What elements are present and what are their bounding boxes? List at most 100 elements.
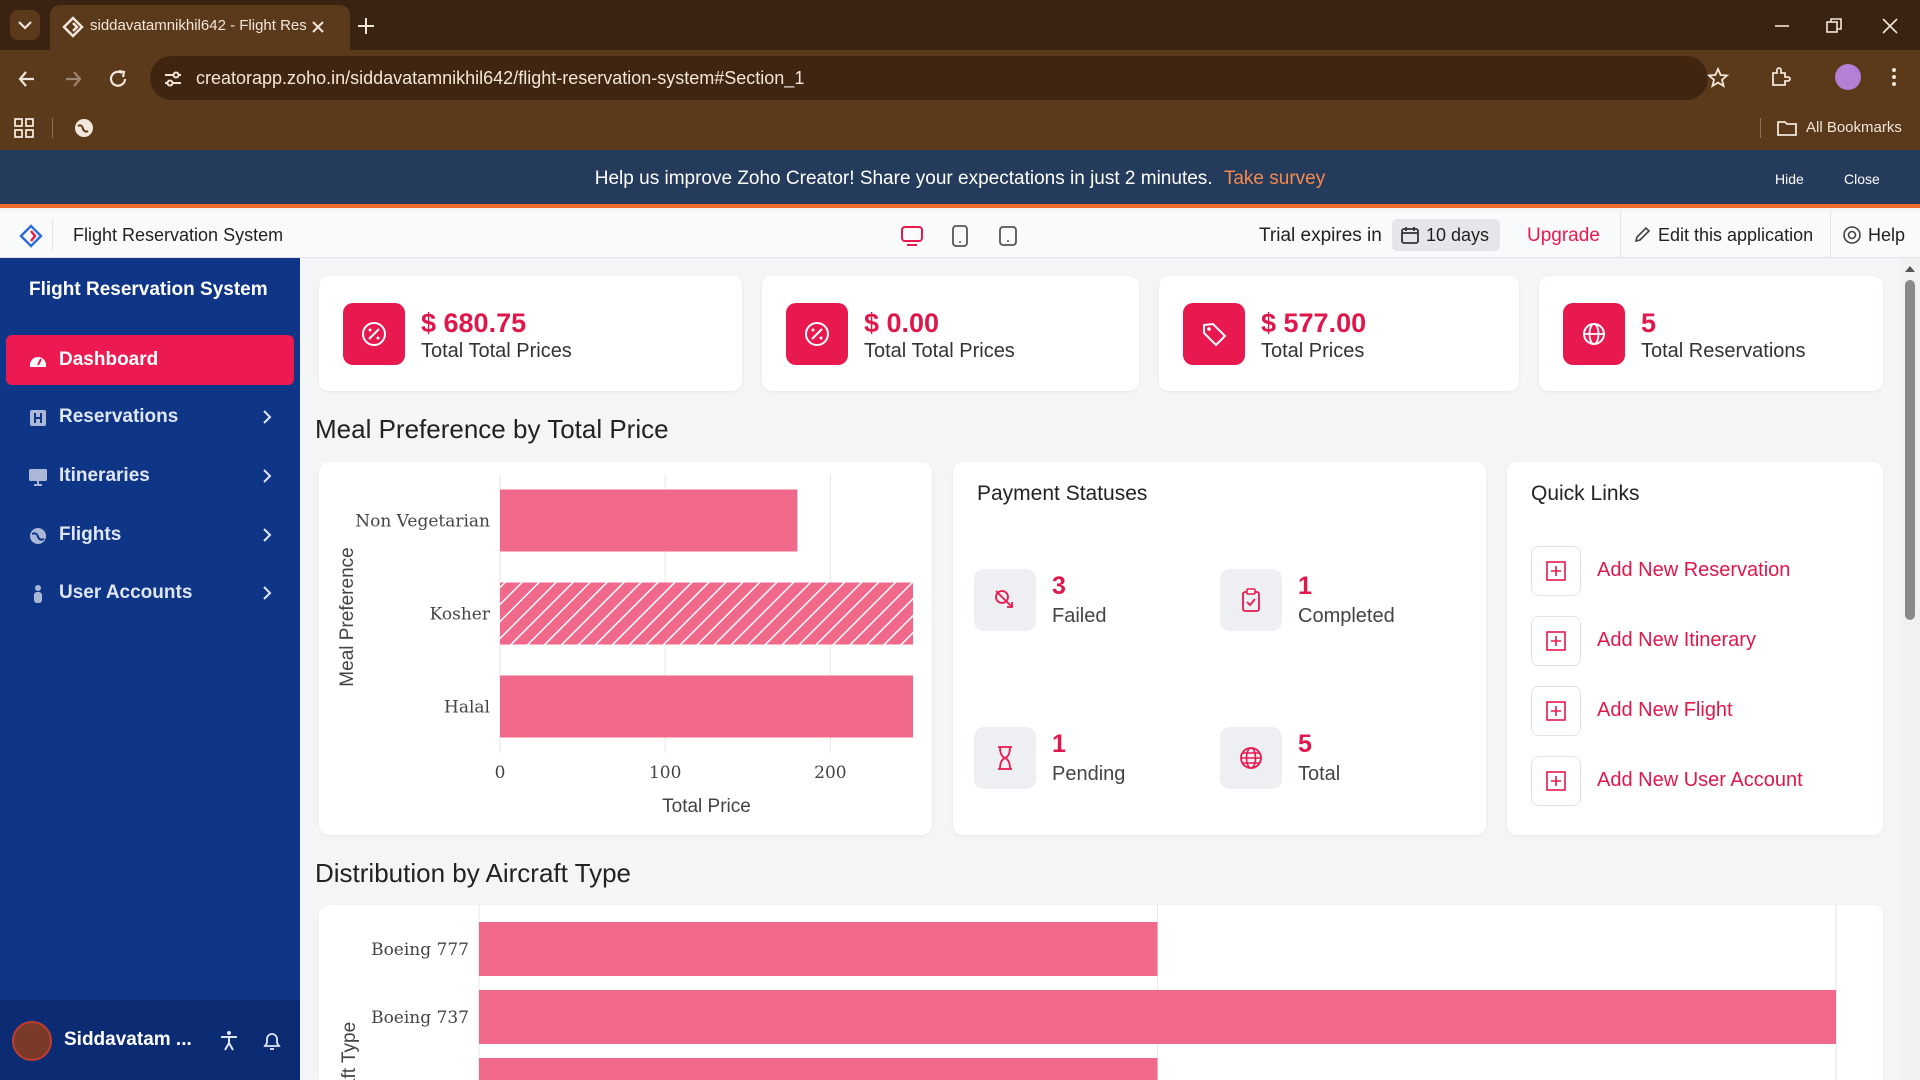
sidebar-item-label: User Accounts [59, 582, 193, 603]
tablet-view-icon[interactable] [946, 222, 974, 250]
monitor-icon [29, 469, 47, 486]
chevron-right-icon [263, 469, 272, 483]
address-bar[interactable]: creatorapp.zoho.in/siddavatamnikhil642/f… [150, 56, 1730, 100]
status-icon-box [974, 569, 1036, 631]
accessibility-icon[interactable] [217, 1029, 241, 1053]
notification-bell-icon[interactable] [260, 1029, 284, 1053]
sidebar-item-reservations[interactable]: Reservations [6, 392, 294, 442]
chevron-right-icon [263, 528, 272, 542]
zoho-creator-logo-icon[interactable] [18, 224, 44, 248]
kpi-label: Total Total Prices [421, 340, 572, 362]
chevron-right-icon [263, 586, 272, 600]
globe-icon [1240, 747, 1262, 769]
trial-text: Trial expires in [1259, 225, 1382, 246]
quick-link-add-itinerary[interactable]: Add New Itinerary [1507, 613, 1883, 669]
minimize-icon[interactable] [1770, 14, 1794, 38]
new-tab-icon[interactable] [354, 14, 378, 38]
kpi-icon-box [1183, 303, 1245, 365]
sidebar-item-label: Itineraries [59, 465, 150, 486]
browser-tab[interactable]: siddavatamnikhil642 - Flight Rese [50, 5, 350, 50]
apps-grid-icon[interactable] [12, 116, 36, 140]
sidebar: Flight Reservation System Dashboard Rese… [0, 258, 300, 1080]
more-menu-icon[interactable] [1882, 64, 1906, 90]
tab-title: siddavatamnikhil642 - Flight Rese [90, 17, 306, 34]
forward-icon[interactable] [60, 66, 86, 92]
hourglass-icon [998, 746, 1012, 770]
window-close-icon[interactable] [1878, 14, 1902, 38]
bar [479, 922, 1158, 976]
sidebar-item-dashboard[interactable]: Dashboard [6, 335, 294, 385]
payment-statuses-title: Payment Statuses [977, 482, 1148, 505]
kpi-icon-box [786, 303, 848, 365]
sidebar-title: Flight Reservation System [29, 279, 268, 300]
kpi-label: Total Reservations [1641, 340, 1806, 362]
status-count: 3 [1052, 572, 1066, 600]
extensions-icon[interactable] [1768, 64, 1794, 90]
back-icon[interactable] [14, 66, 40, 92]
help-button[interactable]: Help [1842, 212, 1920, 258]
sidebar-item-label: Dashboard [59, 349, 159, 370]
all-bookmarks-link[interactable]: All Bookmarks [1806, 119, 1902, 136]
sidebar-item-flights[interactable]: Flights [6, 510, 294, 560]
take-survey-link[interactable]: Take survey [1224, 168, 1325, 189]
aircraft-type-chart: Boeing 777 Boeing 737 Aircraft Type [339, 905, 1837, 1080]
avatar[interactable] [12, 1021, 52, 1061]
close-tab-icon[interactable] [308, 17, 328, 37]
status-icon-box [974, 727, 1036, 789]
sidebar-item-label: Reservations [59, 406, 179, 427]
bookmark-star-icon[interactable] [1706, 66, 1730, 90]
kpi-card: $ 577.00 Total Prices [1159, 276, 1519, 391]
site-settings-icon[interactable] [162, 68, 184, 90]
quick-link-label: Add New User Account [1597, 769, 1803, 791]
edit-application-label: Edit this application [1658, 225, 1814, 245]
chevron-right-icon [263, 410, 272, 424]
reservations-icon [30, 410, 46, 426]
reload-icon[interactable] [105, 66, 131, 92]
desktop-view-icon[interactable] [898, 222, 926, 250]
kpi-value: $ 680.75 [421, 308, 527, 338]
y-tick-label: Boeing 737 [371, 1008, 469, 1028]
plus-square-icon [1546, 701, 1566, 721]
close-banner-button[interactable]: Close [1844, 171, 1880, 187]
scrollbar-thumb[interactable] [1905, 280, 1915, 620]
kpi-label: Total Total Prices [864, 340, 1015, 362]
hide-banner-button[interactable]: Hide [1775, 171, 1804, 187]
status-count: 5 [1298, 730, 1312, 758]
divider [1830, 212, 1831, 258]
upgrade-link[interactable]: Upgrade [1527, 225, 1600, 247]
plus-box [1531, 546, 1581, 596]
x-tick-label: 0 [495, 763, 506, 783]
profile-avatar[interactable] [1835, 64, 1861, 90]
kpi-card: $ 680.75 Total Total Prices [319, 276, 742, 391]
bar [479, 990, 1836, 1044]
help-lifebuoy-icon [1843, 226, 1861, 244]
mobile-view-icon[interactable] [994, 222, 1022, 250]
sidebar-item-user-accounts[interactable]: User Accounts [6, 568, 294, 618]
plus-box [1531, 686, 1581, 736]
sidebar-item-itineraries[interactable]: Itineraries [6, 451, 294, 501]
edit-application-button[interactable]: Edit this application [1632, 212, 1828, 258]
status-label: Pending [1052, 763, 1126, 785]
chevron-down-icon [18, 21, 32, 30]
quick-link-add-user-account[interactable]: Add New User Account [1507, 753, 1883, 809]
quick-link-add-reservation[interactable]: Add New Reservation [1507, 543, 1883, 599]
kpi-icon-box [343, 303, 405, 365]
user-name[interactable]: Siddavatam ... [64, 1029, 192, 1051]
tab-search-button[interactable] [10, 10, 40, 40]
x-tick-label: 100 [649, 763, 681, 783]
globe-icon[interactable] [72, 116, 96, 140]
help-label: Help [1868, 225, 1906, 245]
folder-icon [1777, 121, 1797, 136]
status-label: Completed [1298, 605, 1395, 627]
user-icon [34, 585, 42, 603]
bar [500, 489, 798, 552]
meal-preference-chart: 0 100 200 Non Vegetarian Kosher Halal Total Pr… [337, 474, 913, 817]
scroll-up-arrow-icon[interactable] [1904, 264, 1916, 274]
clipboard-check-icon [1242, 588, 1260, 612]
restore-icon[interactable] [1822, 14, 1846, 38]
status-icon-box [1220, 727, 1282, 789]
page-scrollbar[interactable] [1900, 258, 1920, 1080]
status-label: Failed [1052, 605, 1107, 627]
percent-badge-icon [362, 322, 386, 346]
quick-link-add-flight[interactable]: Add New Flight [1507, 683, 1883, 739]
